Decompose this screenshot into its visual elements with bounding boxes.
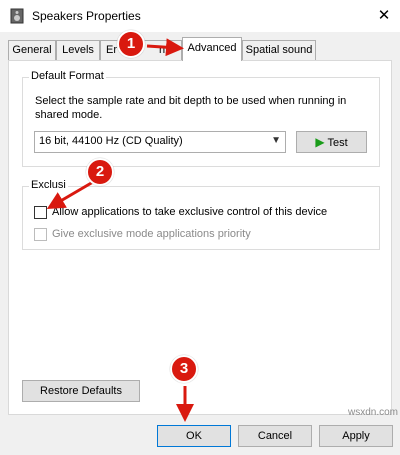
annotation-badge-1: 1 xyxy=(117,30,145,58)
annotation-badge-2: 2 xyxy=(86,158,114,186)
annotation-arrow-1 xyxy=(146,38,184,57)
annotation-arrows xyxy=(46,38,194,422)
annotation-arrow-2 xyxy=(46,180,94,210)
annotation-badge-3: 3 xyxy=(170,355,198,383)
